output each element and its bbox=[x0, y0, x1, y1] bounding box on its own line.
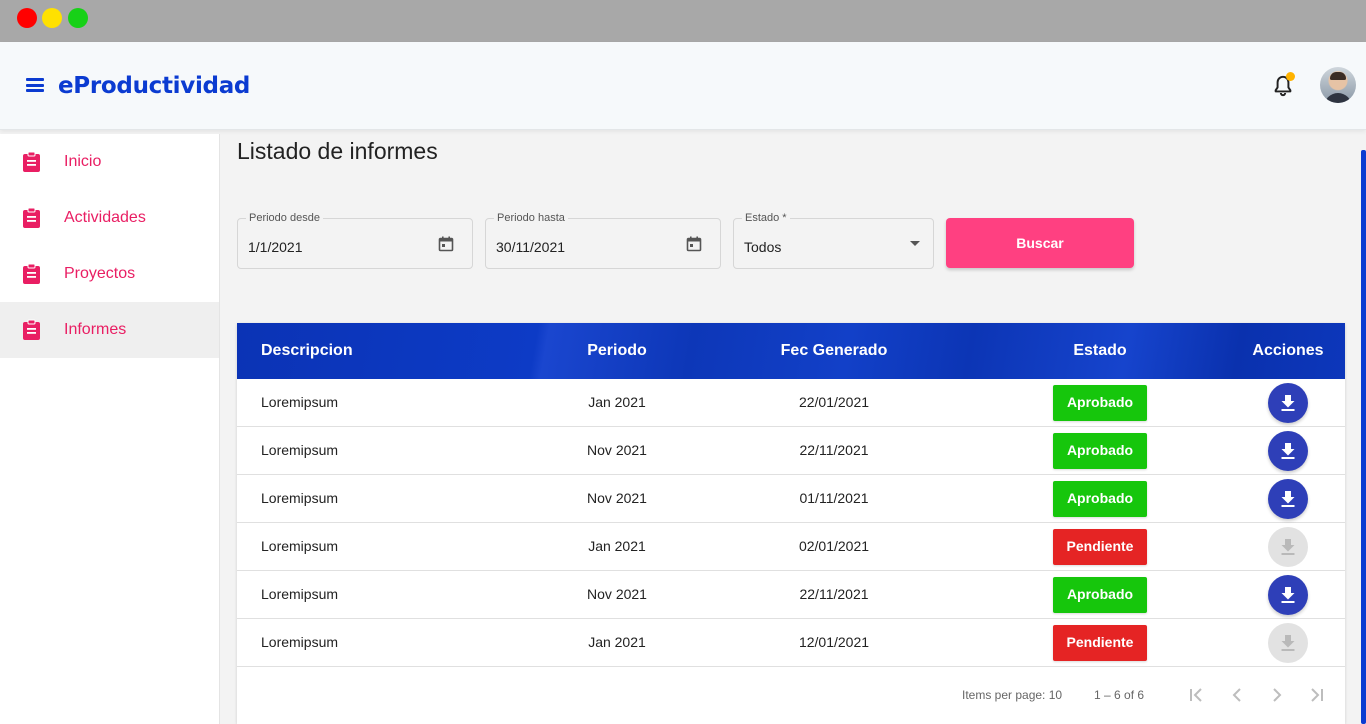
table-row: Loremipsum Nov 2021 01/11/2021 Aprobado bbox=[237, 475, 1345, 523]
periodo-hasta-value[interactable]: 30/11/2021 bbox=[496, 239, 565, 255]
sidebar-item-label: Proyectos bbox=[64, 265, 136, 282]
download-icon bbox=[1281, 491, 1295, 507]
periodo-desde-value[interactable]: 1/1/2021 bbox=[248, 239, 303, 255]
cell-periodo: Jan 2021 bbox=[588, 538, 646, 554]
download-icon bbox=[1281, 443, 1295, 459]
cell-descripcion: Loremipsum bbox=[261, 490, 339, 506]
download-icon bbox=[1281, 635, 1295, 651]
table-row: Loremipsum Nov 2021 22/11/2021 Aprobado bbox=[237, 571, 1345, 619]
download-button[interactable] bbox=[1268, 383, 1308, 423]
download-button-disabled[interactable] bbox=[1268, 527, 1308, 567]
cell-fec-generado: 22/11/2021 bbox=[799, 586, 869, 602]
close-window-button[interactable] bbox=[17, 8, 37, 28]
scrollbar[interactable] bbox=[1361, 150, 1366, 724]
download-button[interactable] bbox=[1268, 479, 1308, 519]
last-page-icon[interactable] bbox=[1306, 684, 1328, 706]
chevron-right-icon[interactable] bbox=[1266, 684, 1288, 706]
menu-icon[interactable] bbox=[26, 78, 44, 92]
minimize-window-button[interactable] bbox=[42, 8, 62, 28]
sidebar-item-label: Inicio bbox=[64, 153, 102, 170]
chevron-left-icon[interactable] bbox=[1226, 684, 1248, 706]
cell-fec-generado: 12/01/2021 bbox=[798, 634, 870, 650]
sidebar-item-inicio[interactable]: Inicio bbox=[0, 134, 219, 190]
cell-periodo: Nov 2021 bbox=[587, 442, 647, 458]
status-badge: Aprobado bbox=[1053, 577, 1147, 613]
status-badge: Aprobado bbox=[1053, 433, 1147, 469]
periodo-hasta-field[interactable]: Periodo hasta 30/11/2021 bbox=[485, 212, 721, 269]
avatar[interactable] bbox=[1320, 67, 1356, 103]
window-titlebar bbox=[0, 0, 1366, 42]
clipboard-icon bbox=[23, 319, 40, 340]
calendar-icon[interactable] bbox=[686, 236, 702, 252]
sidebar-item-label: Actividades bbox=[64, 209, 146, 226]
first-page-icon[interactable] bbox=[1185, 684, 1207, 706]
sidebar-item-label: Informes bbox=[64, 321, 127, 338]
page-title: Listado de informes bbox=[237, 138, 438, 164]
cell-periodo: Jan 2021 bbox=[588, 394, 646, 410]
buscar-button[interactable]: Buscar bbox=[946, 218, 1134, 268]
column-header-acciones: Acciones bbox=[1252, 342, 1324, 359]
column-header-fec-generado[interactable]: Fec Generado bbox=[764, 323, 904, 379]
maximize-window-button[interactable] bbox=[68, 8, 88, 28]
download-icon bbox=[1281, 539, 1295, 555]
page-range-label: 1 – 6 of 6 bbox=[1094, 688, 1145, 702]
download-button[interactable] bbox=[1268, 431, 1308, 471]
app-header: eProductividad bbox=[0, 42, 1366, 130]
status-badge: Aprobado bbox=[1053, 481, 1147, 517]
clipboard-icon bbox=[23, 263, 40, 284]
estado-label: Estado * bbox=[742, 212, 790, 224]
sidebar: Inicio Actividades Proyectos Informes bbox=[0, 134, 220, 724]
cell-periodo: Jan 2021 bbox=[588, 634, 646, 650]
cell-descripcion: Loremipsum bbox=[261, 442, 339, 458]
estado-select[interactable]: Estado * Todos bbox=[733, 212, 934, 269]
clipboard-icon bbox=[23, 207, 40, 228]
status-badge: Aprobado bbox=[1053, 385, 1147, 421]
download-icon bbox=[1281, 587, 1295, 603]
table-row: Loremipsum Jan 2021 12/01/2021 Pendiente bbox=[237, 619, 1345, 667]
brand-logo: eProductividad bbox=[58, 73, 251, 99]
estado-value: Todos bbox=[744, 239, 782, 255]
notification-dot bbox=[1286, 72, 1295, 81]
cell-periodo: Nov 2021 bbox=[587, 490, 647, 506]
cell-fec-generado: 22/11/2021 bbox=[799, 442, 869, 458]
cell-periodo: Nov 2021 bbox=[587, 586, 647, 602]
table-row: Loremipsum Jan 2021 22/01/2021 Aprobado bbox=[237, 379, 1345, 427]
periodo-desde-label: Periodo desde bbox=[246, 212, 323, 224]
cell-fec-generado: 22/01/2021 bbox=[798, 394, 870, 410]
column-header-periodo[interactable]: Periodo bbox=[567, 323, 667, 379]
calendar-icon[interactable] bbox=[438, 236, 454, 252]
sidebar-item-informes[interactable]: Informes bbox=[0, 302, 219, 358]
chevron-down-icon[interactable] bbox=[910, 241, 920, 246]
periodo-hasta-label: Periodo hasta bbox=[494, 212, 568, 224]
status-badge: Pendiente bbox=[1053, 529, 1147, 565]
table-header: Descripcion Periodo Fec Generado Estado … bbox=[237, 323, 1345, 379]
column-header-descripcion[interactable]: Descripcion bbox=[261, 323, 353, 379]
download-button[interactable] bbox=[1268, 575, 1308, 615]
table-row: Loremipsum Nov 2021 22/11/2021 Aprobado bbox=[237, 427, 1345, 475]
cell-descripcion: Loremipsum bbox=[261, 586, 339, 602]
informes-table: Descripcion Periodo Fec Generado Estado … bbox=[237, 323, 1345, 724]
table-paginator: Items per page: 10 1 – 6 of 6 bbox=[237, 667, 1345, 724]
sidebar-item-proyectos[interactable]: Proyectos bbox=[0, 246, 219, 302]
cell-descripcion: Loremipsum bbox=[261, 634, 339, 650]
status-badge: Pendiente bbox=[1053, 625, 1147, 661]
table-row: Loremipsum Jan 2021 02/01/2021 Pendiente bbox=[237, 523, 1345, 571]
column-header-estado[interactable]: Estado bbox=[1050, 323, 1150, 379]
cell-fec-generado: 02/01/2021 bbox=[798, 538, 870, 554]
bell-icon[interactable] bbox=[1270, 72, 1296, 99]
cell-descripcion: Loremipsum bbox=[261, 394, 339, 410]
items-per-page-label[interactable]: Items per page: 10 bbox=[962, 688, 1062, 702]
cell-fec-generado: 01/11/2021 bbox=[799, 490, 869, 506]
clipboard-icon bbox=[23, 151, 40, 172]
periodo-desde-field[interactable]: Periodo desde 1/1/2021 bbox=[237, 212, 473, 269]
download-button-disabled[interactable] bbox=[1268, 623, 1308, 663]
cell-descripcion: Loremipsum bbox=[261, 538, 339, 554]
download-icon bbox=[1281, 395, 1295, 411]
sidebar-item-actividades[interactable]: Actividades bbox=[0, 190, 219, 246]
